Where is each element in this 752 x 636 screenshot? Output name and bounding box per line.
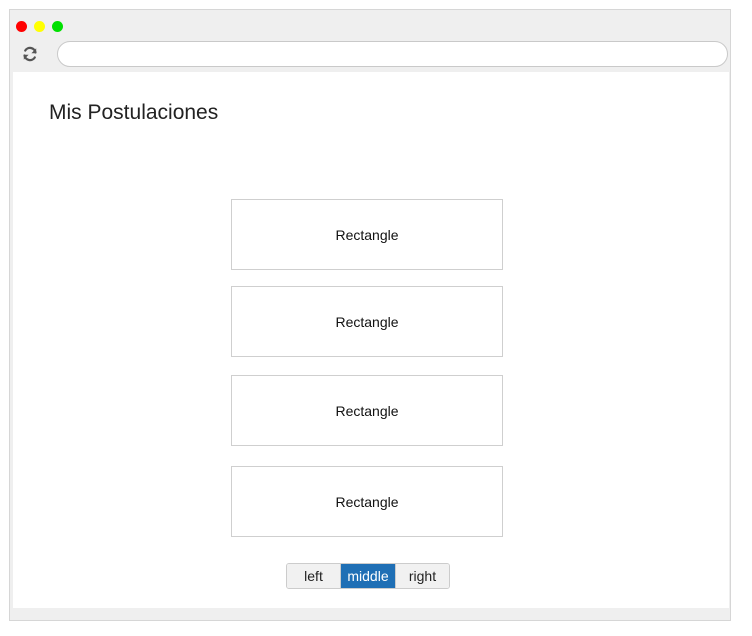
rectangle-placeholder: Rectangle: [231, 199, 503, 270]
rectangle-label: Rectangle: [335, 313, 399, 330]
segment-left-button[interactable]: left: [287, 564, 341, 588]
page-viewport: Mis Postulaciones Rectangle Rectangle Re…: [13, 72, 729, 608]
segment-middle-button[interactable]: middle: [341, 564, 395, 588]
reload-button[interactable]: [20, 44, 40, 64]
segmented-control: left middle right: [286, 563, 450, 589]
rectangle-placeholder: Rectangle: [231, 466, 503, 537]
address-bar[interactable]: [57, 41, 728, 67]
rectangle-label: Rectangle: [335, 226, 399, 243]
segment-right-button[interactable]: right: [395, 564, 449, 588]
refresh-icon: [23, 46, 37, 62]
maximize-window-button[interactable]: [52, 21, 63, 32]
browser-window: Mis Postulaciones Rectangle Rectangle Re…: [9, 9, 731, 621]
minimize-window-button[interactable]: [34, 21, 45, 32]
rectangle-label: Rectangle: [335, 402, 399, 419]
rectangle-placeholder: Rectangle: [231, 286, 503, 357]
rectangle-placeholder: Rectangle: [231, 375, 503, 446]
page-title: Mis Postulaciones: [49, 101, 219, 124]
rectangle-label: Rectangle: [335, 493, 399, 510]
close-window-button[interactable]: [16, 21, 27, 32]
